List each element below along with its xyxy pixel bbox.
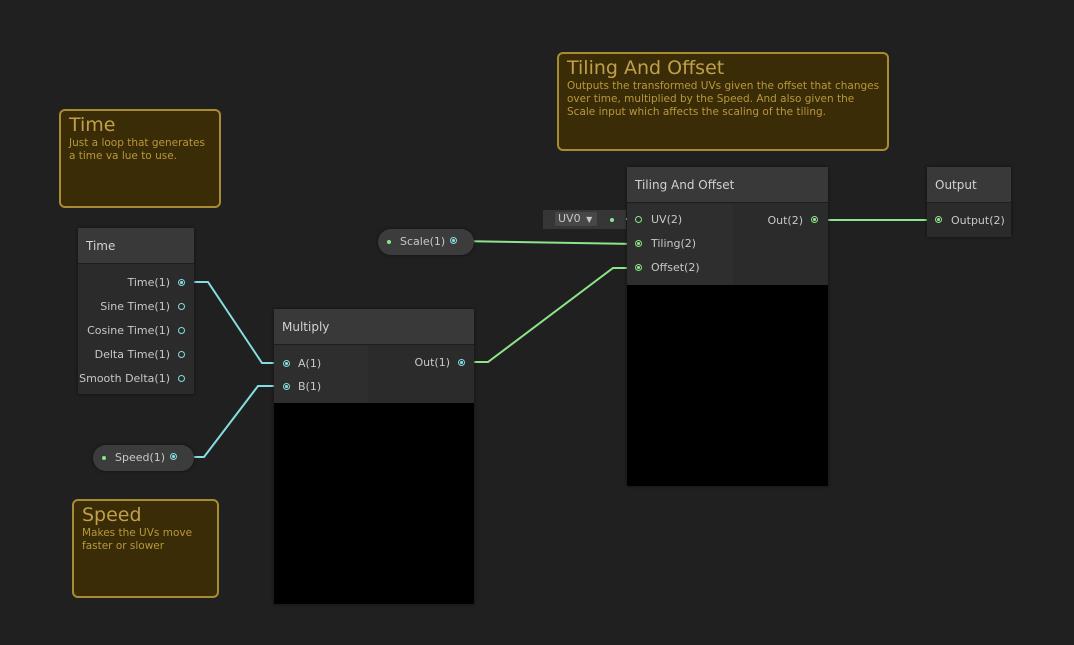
speed-property-node[interactable]: Speed(1) <box>93 445 194 471</box>
port-connector-icon[interactable] <box>635 240 642 247</box>
port-connector-icon[interactable] <box>178 279 185 286</box>
port-label: Cosine Time(1) <box>87 324 170 337</box>
port-connector-icon[interactable] <box>178 303 185 310</box>
port-label: Delta Time(1) <box>94 348 170 361</box>
sticky-note-tiling[interactable]: Tiling And Offset Outputs the transforme… <box>557 52 889 151</box>
input-port-uv[interactable]: UV(2) <box>651 212 682 228</box>
output-port-out[interactable]: Out(1) <box>414 355 450 371</box>
sticky-title: Tiling And Offset <box>567 57 725 79</box>
scale-property-node[interactable]: Scale(1) <box>378 229 474 255</box>
sticky-body: Just a loop that generates a time va lue… <box>69 137 205 162</box>
property-label: Speed(1) <box>115 451 166 464</box>
output-port-sine-time[interactable]: Sine Time(1) <box>100 299 170 315</box>
wire-out-to-offset <box>465 267 638 363</box>
sticky-note-time[interactable]: Time Just a loop that generates a time v… <box>59 109 221 208</box>
chevron-down-icon: ▼ <box>586 215 593 224</box>
port-connector-icon[interactable] <box>811 216 818 223</box>
port-connector-icon[interactable] <box>458 359 465 366</box>
port-connector-icon[interactable] <box>283 383 290 390</box>
port-connector-icon[interactable] <box>283 360 290 367</box>
output-port-time[interactable]: Time(1) <box>127 275 170 291</box>
port-connector-icon[interactable] <box>178 327 185 334</box>
port-connector-icon[interactable] <box>935 216 942 223</box>
port-connector-icon[interactable] <box>450 237 457 244</box>
time-node[interactable]: Time Time(1) Sine Time(1) Cosine Time(1)… <box>78 228 194 394</box>
output-port-smooth-delta[interactable]: Smooth Delta(1) <box>79 371 170 387</box>
port-connector-icon[interactable] <box>635 264 642 271</box>
output-port-delta-time[interactable]: Delta Time(1) <box>95 347 170 363</box>
tiling-and-offset-node[interactable]: Tiling And Offset UV(2) Tiling(2) Offset… <box>627 167 828 486</box>
dropdown-value: UV0 <box>558 212 581 225</box>
sticky-title: Time <box>69 114 116 136</box>
property-label: Scale(1) <box>400 235 446 248</box>
input-port-a[interactable]: A(1) <box>298 356 321 372</box>
uv-channel-dropdown[interactable]: UV0 ▼ <box>555 212 597 226</box>
sticky-note-speed[interactable]: Speed Makes the UVs move faster or slowe… <box>72 499 219 598</box>
connector-dot-icon <box>387 240 391 244</box>
output-port-cosine-time[interactable]: Cosine Time(1) <box>87 323 170 339</box>
node-title: Time <box>78 228 194 264</box>
node-title: Output <box>927 167 1011 203</box>
port-label: Time(1) <box>127 276 170 289</box>
port-connector-icon[interactable] <box>178 375 185 382</box>
wire-scale-to-tiling <box>457 240 639 245</box>
sticky-body: Makes the UVs move faster or slower <box>82 527 193 552</box>
node-preview <box>274 403 474 604</box>
multiply-node[interactable]: Multiply A(1) B(1) Out(1) <box>274 309 474 604</box>
port-label: Smooth Delta(1) <box>79 372 170 385</box>
port-connector-icon[interactable] <box>170 453 177 460</box>
node-title: Tiling And Offset <box>627 167 828 203</box>
node-title: Multiply <box>274 309 474 345</box>
sticky-title: Speed <box>82 504 142 526</box>
input-port-b[interactable]: B(1) <box>298 379 321 395</box>
input-port-tiling[interactable]: Tiling(2) <box>651 236 696 252</box>
wire-time-to-a <box>186 281 286 364</box>
node-preview <box>627 285 828 486</box>
uv-dropdown-field: UV0 ▼ <box>543 210 626 229</box>
output-node[interactable]: Output Output(2) <box>927 167 1011 237</box>
output-port-out[interactable]: Out(2) <box>767 213 803 229</box>
port-connector-icon[interactable] <box>635 216 642 223</box>
wire-speed-to-b <box>178 385 286 458</box>
input-port-output[interactable]: Output(2) <box>951 213 1005 229</box>
connector-dot-icon <box>102 456 106 460</box>
connector-dot-icon <box>610 218 614 222</box>
port-label: Sine Time(1) <box>100 300 170 313</box>
sticky-body: Outputs the transformed UVs given the of… <box>567 80 880 118</box>
input-port-offset[interactable]: Offset(2) <box>651 260 700 276</box>
port-connector-icon[interactable] <box>178 351 185 358</box>
